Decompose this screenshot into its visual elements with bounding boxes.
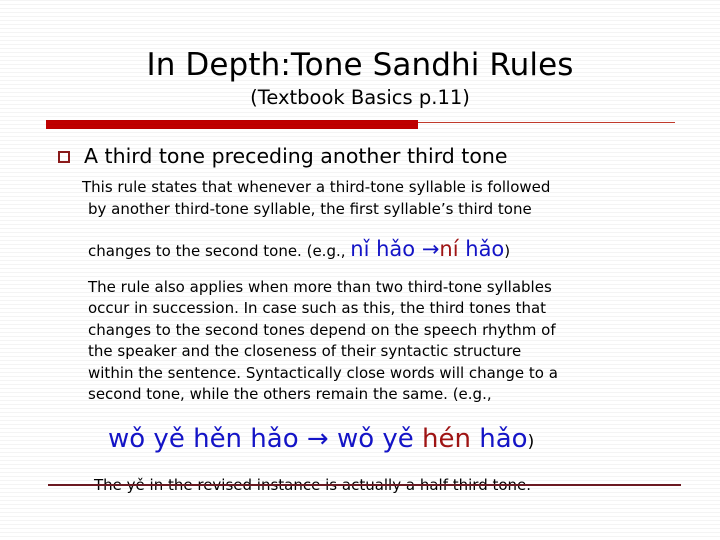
bullet-heading: A third tone preceding another third ton… <box>58 143 507 169</box>
paragraph-multi-syllable: The rule also applies when more than two… <box>88 277 668 406</box>
pinyin-remainder: hǎo <box>458 237 505 261</box>
paragraph-line: within the sentence. Syntactically close… <box>88 363 558 382</box>
footer-divider <box>48 484 681 486</box>
paragraph-line: changes to the second tones depend on th… <box>88 320 556 339</box>
pinyin-example-1: nǐ hǎo →ní hǎo <box>350 237 504 261</box>
pinyin-original: nǐ hǎo <box>350 237 422 261</box>
paragraph-line: The rule also applies when more than two… <box>88 277 552 296</box>
slide-canvas: In Depth:Tone Sandhi Rules (Textbook Bas… <box>0 0 720 540</box>
page-subtitle: (Textbook Basics p.11) <box>250 86 470 109</box>
paragraph-line: occur in succession. In case such as thi… <box>88 299 547 317</box>
example-lead-text: changes to the second tone. (e.g., <box>88 242 346 260</box>
paragraph-line: the speaker and the closeness of their s… <box>88 342 522 360</box>
paragraph-line: by another third-tone syllable, the firs… <box>88 199 532 218</box>
paragraph-line: This rule states that whenever a third-t… <box>82 178 551 196</box>
pinyin-middle: wǒ yě <box>328 423 423 454</box>
example-line-wo-ye-hen-hao: wǒ yě hěn hǎo → wǒ yě hén hǎo) <box>88 424 668 457</box>
example-line-ni-hao: changes to the second tone. (e.g., nǐ hǎ… <box>88 239 668 263</box>
pinyin-original: wǒ yě hěn hǎo <box>108 423 307 454</box>
header-divider-thick-bar <box>46 120 418 129</box>
paragraph-line: second tone, while the others remain the… <box>88 385 492 403</box>
pinyin-changed-syllable: hén <box>422 423 471 454</box>
page-title: In Depth:Tone Sandhi Rules <box>146 47 574 83</box>
pinyin-changed-syllable: ní <box>439 237 459 261</box>
square-bullet-icon <box>58 151 70 163</box>
example-close-paren: ) <box>504 242 511 260</box>
header-divider <box>46 120 675 129</box>
paragraph-rule-statement: This rule states that whenever a third-t… <box>82 177 668 220</box>
pinyin-remainder: hǎo <box>471 423 528 454</box>
body-content: This rule states that whenever a third-t… <box>82 177 668 496</box>
arrow-icon: → <box>421 237 440 261</box>
arrow-icon: → <box>306 423 329 454</box>
example-close-paren: ) <box>527 431 535 452</box>
title-block: In Depth:Tone Sandhi Rules (Textbook Bas… <box>0 46 720 111</box>
bullet-heading-label: A third tone preceding another third ton… <box>84 144 508 168</box>
